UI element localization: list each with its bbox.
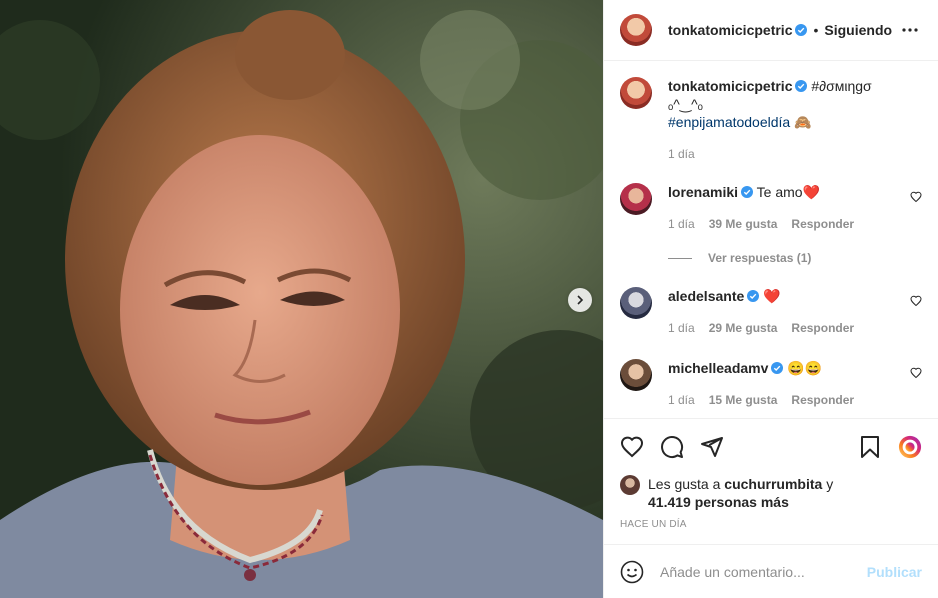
comment-emoji: ❤️ — [802, 184, 821, 200]
caption-meta: 1 día — [668, 145, 922, 163]
like-heart-icon[interactable] — [620, 435, 644, 459]
add-comment-bar: Publicar — [604, 544, 938, 598]
verified-badge-icon — [741, 186, 754, 198]
comment-body: lorenamiki Te amo❤️ 1 día 39 Me gusta Re… — [668, 183, 922, 233]
comment-bubble-icon[interactable] — [660, 435, 684, 459]
next-photo-button[interactable] — [568, 288, 592, 312]
comment-meta: 1 día 15 Me gusta Responder — [668, 391, 922, 409]
comment-emoji: 😄😄 — [787, 360, 823, 376]
comment-likes[interactable]: 15 Me gusta — [709, 391, 778, 409]
share-send-icon[interactable] — [700, 435, 724, 459]
comment-body: michelleadamv 😄😄 1 día 15 Me gusta Respo… — [668, 359, 922, 409]
caption-emoji: 🙈 — [794, 114, 812, 130]
comment-item: lorenamiki Te amo❤️ 1 día 39 Me gusta Re… — [620, 183, 922, 233]
action-right-group — [858, 435, 922, 459]
post-actions: Les gusta a cuchurrumbita y 41.419 perso… — [604, 418, 938, 544]
post-dialog: tonkatomicicpetric • Siguiendo tonkatomi… — [0, 0, 938, 598]
separator-dot: • — [813, 22, 819, 38]
comment-time[interactable]: 1 día — [668, 391, 695, 409]
caption-avatar[interactable] — [620, 77, 652, 109]
commenter-avatar[interactable] — [620, 359, 652, 391]
replies-divider — [668, 257, 692, 259]
post-photo[interactable] — [0, 0, 603, 598]
commenter-username[interactable]: aledelsante — [668, 288, 744, 304]
caption-username[interactable]: tonkatomicicpetric — [668, 78, 792, 94]
liker-username[interactable]: cuchurrumbita — [724, 476, 822, 492]
comment-body: aledelsante ❤️ 1 día 29 Me gusta Respond… — [668, 287, 922, 337]
caption-text: #∂σмιηgσ — [811, 78, 872, 94]
commenter-username[interactable]: lorenamiki — [668, 184, 738, 200]
likes-connector: y — [826, 476, 834, 492]
comment-emoji: ❤️ — [763, 288, 781, 304]
likes-count[interactable]: 41.419 personas más — [648, 494, 789, 510]
emoji-picker-icon[interactable] — [620, 560, 644, 584]
post-header: tonkatomicicpetric • Siguiendo — [604, 0, 938, 61]
reply-button[interactable]: Responder — [791, 391, 854, 409]
verified-badge-icon — [771, 362, 784, 374]
verified-badge-icon — [795, 24, 808, 36]
likes-prefix: Les gusta a — [648, 476, 721, 492]
reply-button[interactable]: Responder — [791, 319, 854, 337]
view-replies-button[interactable]: Ver respuestas (1) — [668, 251, 922, 265]
caption-line2: ₒ^‿^ₒ — [668, 96, 703, 112]
comment-item: michelleadamv 😄😄 1 día 15 Me gusta Respo… — [620, 359, 922, 409]
likes-summary: Les gusta a cuchurrumbita y 41.419 perso… — [620, 475, 922, 511]
comment-item: aledelsante ❤️ 1 día 29 Me gusta Respond… — [620, 287, 922, 337]
post-time[interactable]: HACE UN DÍA — [620, 519, 922, 544]
liker-avatar[interactable] — [620, 475, 640, 495]
comment-time[interactable]: 1 día — [668, 215, 695, 233]
story-record-icon[interactable] — [898, 435, 922, 459]
owner-avatar[interactable] — [620, 14, 652, 46]
owner-info: tonkatomicicpetric • Siguiendo — [668, 22, 892, 38]
more-options-button[interactable] — [898, 18, 922, 42]
comment-input[interactable] — [660, 563, 867, 580]
comment-likes[interactable]: 29 Me gusta — [709, 319, 778, 337]
like-comment-heart-icon[interactable] — [910, 367, 922, 379]
post-side-panel: tonkatomicicpetric • Siguiendo tonkatomi… — [603, 0, 938, 598]
comments-list[interactable]: tonkatomicicpetric #∂σмιηgσ ₒ^‿^ₒ #enpij… — [604, 61, 938, 418]
comment-text: Te amo — [756, 184, 803, 200]
action-icon-row — [620, 419, 922, 475]
commenter-avatar[interactable] — [620, 183, 652, 215]
comment-time[interactable]: 1 día — [668, 319, 695, 337]
following-button[interactable]: Siguiendo — [824, 22, 892, 38]
comment-meta: 1 día 29 Me gusta Responder — [668, 319, 922, 337]
save-bookmark-icon[interactable] — [858, 435, 882, 459]
comment-likes[interactable]: 39 Me gusta — [709, 215, 778, 233]
portrait-image — [0, 0, 603, 598]
verified-badge-icon — [747, 290, 760, 302]
caption-body: tonkatomicicpetric #∂σмιηgσ ₒ^‿^ₒ #enpij… — [668, 77, 922, 163]
reply-button[interactable]: Responder — [791, 215, 854, 233]
comment-meta: 1 día 39 Me gusta Responder — [668, 215, 922, 233]
likes-text: Les gusta a cuchurrumbita y 41.419 perso… — [648, 475, 833, 511]
commenter-avatar[interactable] — [620, 287, 652, 319]
more-options-icon — [902, 28, 918, 32]
caption-hashtag[interactable]: #enpijamatodoeldía — [668, 114, 790, 130]
view-replies-label: Ver respuestas (1) — [708, 251, 812, 265]
commenter-username[interactable]: michelleadamv — [668, 360, 768, 376]
publish-button[interactable]: Publicar — [867, 564, 922, 580]
caption: tonkatomicicpetric #∂σмιηgσ ₒ^‿^ₒ #enpij… — [620, 77, 922, 163]
caption-time[interactable]: 1 día — [668, 145, 695, 163]
verified-badge-icon — [795, 80, 808, 92]
like-comment-heart-icon[interactable] — [910, 191, 922, 203]
owner-username[interactable]: tonkatomicicpetric — [668, 22, 792, 38]
chevron-right-icon — [577, 295, 584, 305]
like-comment-heart-icon[interactable] — [910, 295, 922, 307]
